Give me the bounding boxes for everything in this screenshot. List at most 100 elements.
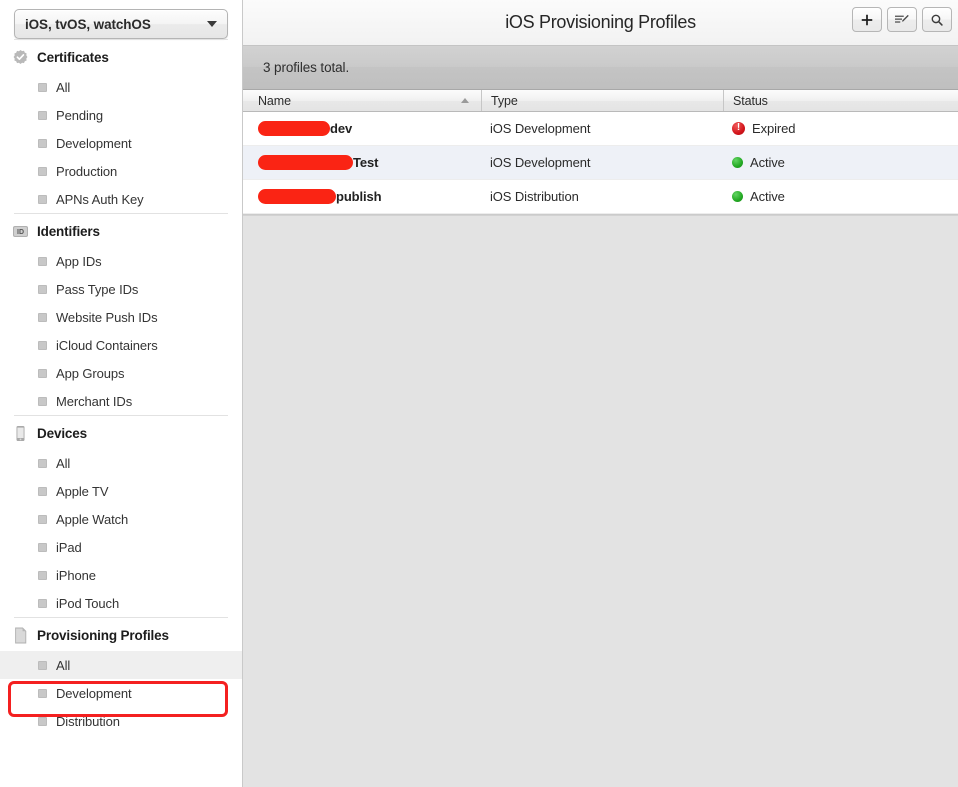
add-profile-button[interactable] <box>852 7 882 32</box>
sidebar-item-label: Website Push IDs <box>56 309 158 325</box>
sidebar-item-provisioning-profiles-distribution[interactable]: Distribution <box>0 707 242 735</box>
sidebar-group-label: Devices <box>37 426 87 441</box>
sidebar-item-certificates-apns-auth-key[interactable]: APNs Auth Key <box>0 185 242 213</box>
sidebar-item-devices-ipod-touch[interactable]: iPod Touch <box>0 589 242 617</box>
bullet-square-icon <box>38 542 47 552</box>
sidebar-nav: Certificates All Pending Development Product… <box>0 39 242 745</box>
status-badge: Expired <box>752 121 796 136</box>
sidebar-item-label: Pending <box>56 107 104 123</box>
sidebar-item-label: Apple Watch <box>56 511 129 527</box>
sidebar-item-identifiers-merchant-ids[interactable]: Merchant IDs <box>0 387 242 415</box>
sidebar-group-certificates: Certificates All Pending Development Product… <box>0 39 242 213</box>
sidebar-item-devices-apple-tv[interactable]: Apple TV <box>0 477 242 505</box>
profile-name-suffix: dev <box>330 121 353 136</box>
sidebar-group-label: Identifiers <box>37 224 100 239</box>
sidebar-item-devices-iphone[interactable]: iPhone <box>0 561 242 589</box>
cell-profile-name: dev <box>243 112 481 145</box>
cell-profile-type: iOS Development <box>490 155 591 170</box>
table-header-row: Name Type Status <box>243 90 958 112</box>
bullet-square-icon <box>38 570 47 580</box>
sidebar-item-label: All <box>56 79 71 95</box>
bullet-square-icon <box>38 82 47 92</box>
app-window: iOS, tvOS, watchOS Certificates All Pendin… <box>0 0 958 787</box>
bullet-square-icon <box>38 368 47 378</box>
sidebar-item-certificates-development[interactable]: Development <box>0 129 242 157</box>
sidebar-item-label: Pass Type IDs <box>56 281 139 297</box>
sidebar-group-header-devices[interactable]: Devices <box>0 416 242 449</box>
sidebar-item-label: iPad <box>56 539 82 555</box>
bullet-square-icon <box>38 486 47 496</box>
table-header-label: Name <box>258 93 291 108</box>
id-badge-icon: ID <box>12 223 29 240</box>
table-header-name[interactable]: Name <box>243 90 481 111</box>
sidebar-item-identifiers-icloud-containers[interactable]: iCloud Containers <box>0 331 242 359</box>
cell-profile-status: Active <box>723 146 958 179</box>
sidebar-item-label: App IDs <box>56 253 102 269</box>
bullet-square-icon <box>38 138 47 148</box>
sidebar-item-label: APNs Auth Key <box>56 191 144 207</box>
sidebar-item-label: Merchant IDs <box>56 393 133 409</box>
table-row[interactable]: dev iOS Development Expired <box>243 112 958 146</box>
team-select-container: iOS, tvOS, watchOS <box>0 0 242 39</box>
table-header-status[interactable]: Status <box>723 90 958 111</box>
status-badge: Active <box>750 155 785 170</box>
sidebar-item-certificates-production[interactable]: Production <box>0 157 242 185</box>
cell-profile-status: Active <box>723 180 958 213</box>
main-content: iOS Provisioning Profiles 3 profiles tot… <box>243 0 958 787</box>
bullet-square-icon <box>38 256 47 266</box>
table-row[interactable]: publish iOS Distribution Active <box>243 180 958 214</box>
sidebar-item-certificates-all[interactable]: All <box>0 73 242 101</box>
bullet-square-icon <box>38 688 47 698</box>
bullet-square-icon <box>38 340 47 350</box>
sidebar-group-devices: Devices All Apple TV Apple Watch iPad iPhone i… <box>0 415 242 617</box>
device-phone-icon <box>12 425 29 442</box>
sidebar-item-identifiers-pass-type-ids[interactable]: Pass Type IDs <box>0 275 242 303</box>
sidebar-item-label: Development <box>56 685 132 701</box>
table-body: dev iOS Development Expired Test iOS Develop… <box>243 112 958 214</box>
bullet-square-icon <box>38 514 47 524</box>
sidebar-item-label: iCloud Containers <box>56 337 158 353</box>
bullet-square-icon <box>38 598 47 608</box>
sidebar-group-identifiers: ID Identifiers App IDs Pass Type IDs Website… <box>0 213 242 415</box>
profile-count-text: 3 profiles total. <box>263 60 350 75</box>
profile-name-suffix: Test <box>353 155 379 170</box>
sidebar-item-provisioning-profiles-development[interactable]: Development <box>0 679 242 707</box>
sidebar-item-devices-ipad[interactable]: iPad <box>0 533 242 561</box>
status-badge: Active <box>750 189 785 204</box>
sidebar-group-header-identifiers[interactable]: ID Identifiers <box>0 214 242 247</box>
sidebar-item-label: Apple TV <box>56 483 109 499</box>
page-title: iOS Provisioning Profiles <box>505 12 696 32</box>
sidebar-item-provisioning-profiles-all[interactable]: All <box>0 651 242 679</box>
sidebar-item-identifiers-app-groups[interactable]: App Groups <box>0 359 242 387</box>
document-page-icon <box>12 627 29 644</box>
bullet-square-icon <box>38 458 47 468</box>
bullet-square-icon <box>38 194 47 204</box>
cell-profile-type: iOS Distribution <box>490 189 579 204</box>
table-row[interactable]: Test iOS Development Active <box>243 146 958 180</box>
sidebar: iOS, tvOS, watchOS Certificates All Pendin… <box>0 0 243 787</box>
platform-team-dropdown[interactable]: iOS, tvOS, watchOS <box>14 9 228 39</box>
sidebar-group-label: Certificates <box>37 50 109 65</box>
sidebar-item-identifiers-app-ids[interactable]: App IDs <box>0 247 242 275</box>
bullet-square-icon <box>38 312 47 322</box>
sidebar-group-header-provisioning-profiles[interactable]: Provisioning Profiles <box>0 618 242 651</box>
sidebar-item-identifiers-website-push-ids[interactable]: Website Push IDs <box>0 303 242 331</box>
sidebar-item-label: Development <box>56 135 132 151</box>
sidebar-group-provisioning-profiles: Provisioning Profiles All Development Distr… <box>0 617 242 735</box>
search-button[interactable] <box>922 7 952 32</box>
sidebar-item-devices-apple-watch[interactable]: Apple Watch <box>0 505 242 533</box>
profiles-table: Name Type Status dev iOS Development Expired… <box>243 90 958 214</box>
sort-ascending-icon <box>461 98 469 103</box>
edit-profiles-button[interactable] <box>887 7 917 32</box>
status-expired-icon <box>732 121 745 135</box>
sidebar-item-certificates-pending[interactable]: Pending <box>0 101 242 129</box>
certificate-seal-icon <box>12 49 29 66</box>
table-header-type[interactable]: Type <box>481 90 723 111</box>
sidebar-group-header-certificates[interactable]: Certificates <box>0 40 242 73</box>
sidebar-item-devices-all[interactable]: All <box>0 449 242 477</box>
table-header-label: Type <box>491 93 518 108</box>
redaction-block <box>258 121 330 136</box>
sidebar-item-label: iPhone <box>56 567 96 583</box>
table-bottom-edge <box>243 214 958 216</box>
sidebar-item-label: Production <box>56 163 118 179</box>
